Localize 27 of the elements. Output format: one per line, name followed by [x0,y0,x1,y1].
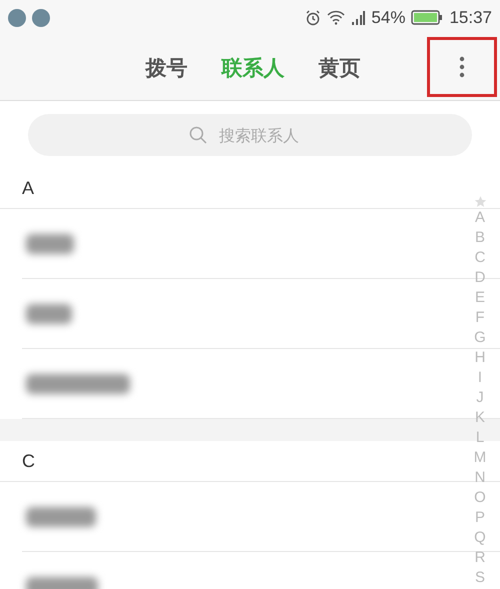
index-letter[interactable]: M [474,448,486,468]
index-letter[interactable]: J [476,388,484,408]
index-letter[interactable]: S [474,568,485,588]
index-letter[interactable]: G [474,328,486,348]
index-letter[interactable]: F [475,308,485,328]
battery-percentage: 54% [371,8,406,28]
index-letter[interactable]: A [474,208,485,228]
tab[interactable]: 黄页 [318,54,360,82]
index-letter[interactable]: K [474,408,485,428]
index-letter[interactable]: P [474,508,485,528]
index-letter[interactable]: O [474,488,486,508]
index-letter[interactable]: Q [474,528,486,548]
section-letter: C [22,450,35,472]
index-letter[interactable]: C [474,248,486,268]
index-letter[interactable]: N [474,468,486,488]
tab[interactable]: 拨号 [146,54,188,82]
clock-time: 15:37 [449,8,492,28]
index-letter[interactable]: B [474,228,485,248]
tab[interactable]: 联系人 [222,54,284,82]
index-letter[interactable]: L [476,428,484,448]
index-letter[interactable]: D [474,268,486,288]
index-letter[interactable]: R [474,548,486,568]
section-letter: A [22,178,34,198]
index-letter[interactable]: E [474,288,485,308]
search-field[interactable]: 搜索联系人 [217,124,311,146]
index-letter[interactable]: I [478,368,482,388]
index-letter[interactable]: H [474,348,486,368]
